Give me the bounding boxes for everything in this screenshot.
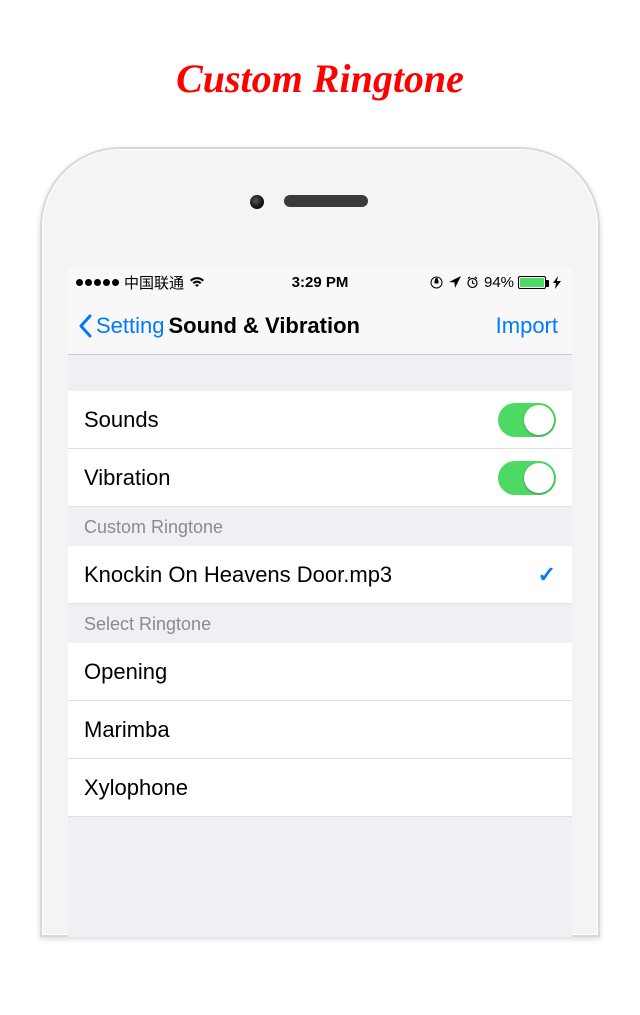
vibration-label: Vibration (84, 465, 498, 491)
phone-top-hardware (40, 147, 600, 267)
alarm-icon (466, 275, 480, 289)
custom-ringtone-header: Custom Ringtone (68, 507, 572, 546)
battery-percent-label: 94% (484, 274, 514, 291)
clock-label: 3:29 PM (239, 274, 402, 291)
ringtone-row-opening[interactable]: Opening (68, 643, 572, 701)
nav-title: Sound & Vibration (169, 313, 360, 339)
location-icon (448, 275, 462, 289)
ringtone-label: Opening (84, 659, 556, 685)
navigation-bar: Setting Sound & Vibration Import (68, 297, 572, 355)
ringtone-label: Xylophone (84, 775, 556, 801)
vibration-toggle[interactable] (498, 461, 556, 495)
chevron-left-icon (78, 314, 94, 338)
front-camera-icon (250, 195, 264, 209)
settings-content[interactable]: Sounds Vibration Custom Ringtone Knockin… (68, 355, 572, 937)
battery-icon (518, 276, 546, 289)
import-button[interactable]: Import (496, 313, 558, 339)
earpiece-speaker-icon (284, 195, 368, 207)
select-ringtone-header: Select Ringtone (68, 604, 572, 643)
checkmark-icon: ✓ (538, 562, 556, 588)
signal-strength-icon (76, 279, 119, 286)
ringtone-row-marimba[interactable]: Marimba (68, 701, 572, 759)
vibration-row[interactable]: Vibration (68, 449, 572, 507)
wifi-icon (189, 276, 205, 288)
custom-ringtone-row[interactable]: Knockin On Heavens Door.mp3 ✓ (68, 546, 572, 604)
back-button[interactable]: Setting (78, 313, 165, 339)
status-bar: 中国联通 3:29 PM 94% (68, 267, 572, 297)
back-label: Setting (96, 313, 165, 339)
sounds-row[interactable]: Sounds (68, 391, 572, 449)
sounds-label: Sounds (84, 407, 498, 433)
ringtone-row-xylophone[interactable]: Xylophone (68, 759, 572, 817)
phone-mockup: 中国联通 3:29 PM 94% (40, 147, 600, 937)
orientation-lock-icon (430, 275, 444, 289)
carrier-label: 中国联通 (124, 272, 184, 293)
custom-ringtone-name: Knockin On Heavens Door.mp3 (84, 562, 538, 588)
banner-title: Custom Ringtone (0, 55, 640, 102)
sounds-toggle[interactable] (498, 403, 556, 437)
ringtone-label: Marimba (84, 717, 556, 743)
phone-screen: 中国联通 3:29 PM 94% (68, 267, 572, 937)
charging-bolt-icon (550, 275, 564, 289)
